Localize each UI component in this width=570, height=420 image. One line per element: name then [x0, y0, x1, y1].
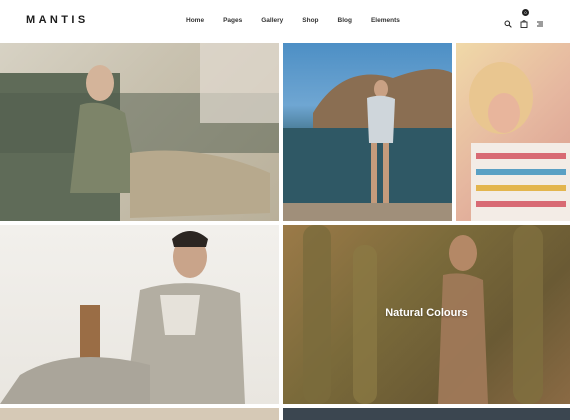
gallery-item-girl-striped-shirt[interactable] [456, 43, 570, 221]
cart-count-badge: 0 [522, 9, 529, 16]
nav-item-gallery[interactable]: Gallery [261, 17, 283, 24]
nav-item-elements[interactable]: Elements [371, 17, 400, 24]
sea-photo [283, 69, 452, 221]
gallery-item-bottom-right[interactable] [283, 408, 570, 420]
nav-item-shop[interactable]: Shop [302, 17, 318, 24]
search-icon[interactable] [504, 15, 512, 28]
menu-icon[interactable] [536, 15, 544, 27]
gallery-caption: Natural Colours [385, 307, 468, 319]
main-nav: Home Pages Gallery Shop Blog Elements [186, 17, 419, 24]
header-icons: 0 [504, 9, 544, 28]
nav-item-blog[interactable]: Blog [338, 17, 352, 24]
sofa-photo [0, 43, 279, 221]
nav-item-home[interactable]: Home [186, 17, 204, 24]
man-photo [0, 231, 245, 404]
site-logo[interactable]: MANTIS [26, 14, 89, 26]
site-header: MANTIS Home Pages Gallery Shop Blog Elem… [0, 0, 570, 42]
gallery-item-bottom-left[interactable] [0, 408, 279, 420]
gallery-item-man-in-chair[interactable] [0, 225, 279, 404]
nav-item-pages[interactable]: Pages [223, 17, 242, 24]
girl-photo [469, 62, 570, 221]
gallery-item-natural-colours[interactable]: Natural Colours [283, 225, 570, 404]
cart-icon[interactable]: 0 [520, 9, 529, 28]
gallery-item-woman-by-sea[interactable] [283, 43, 452, 221]
gallery-item-woman-on-sofa[interactable] [0, 43, 279, 221]
